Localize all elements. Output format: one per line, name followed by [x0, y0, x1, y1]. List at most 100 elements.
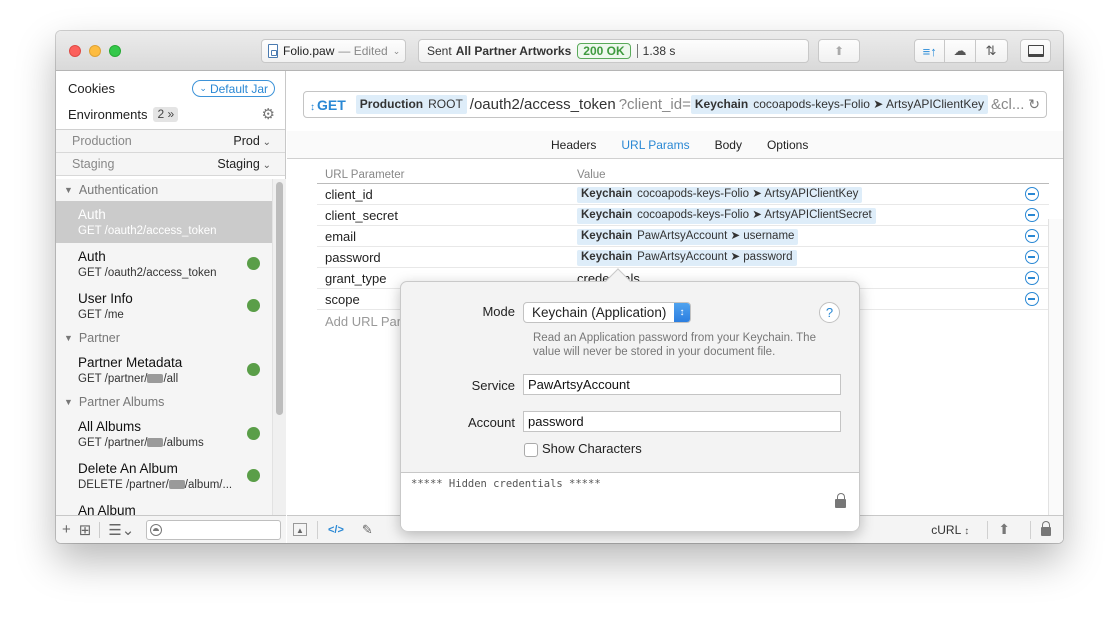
share-button[interactable]: ⬆︎: [818, 39, 860, 63]
scrollbar-thumb[interactable]: [276, 182, 283, 415]
remove-param-icon[interactable]: [1025, 271, 1039, 285]
request-item[interactable]: User Info GET /me: [56, 285, 272, 327]
remove-param-icon[interactable]: [1025, 292, 1039, 306]
request-status: Sent All Partner Artworks 200 OK 1.38 s: [418, 39, 809, 63]
filter-input[interactable]: [146, 519, 282, 540]
tab-options[interactable]: Options: [767, 138, 808, 152]
token-value: PawArtsyAccount ➤ password: [637, 251, 793, 264]
request-path: GET /partner/ /albums: [78, 435, 272, 452]
divider: [317, 520, 318, 539]
env-value-dropdown[interactable]: Staging: [217, 157, 271, 171]
keychain-token[interactable]: Keychain cocoapods-keys-Folio ➤ ArtsyAPIC…: [577, 207, 876, 224]
token-value: cocoapods-keys-Folio ➤ ArtsyAPIClientKey: [637, 188, 859, 201]
environments-count[interactable]: 2 »: [153, 106, 179, 122]
status-code-badge: 200 OK: [577, 43, 631, 59]
swap-panels-icon[interactable]: ⇅: [976, 40, 1006, 62]
group-partner[interactable]: ▼ Partner: [56, 327, 272, 349]
env-name: Staging: [72, 157, 115, 171]
url-input[interactable]: ↕ GET Production ROOT /oauth2/access_token…: [303, 91, 1047, 118]
token-label: Keychain: [581, 230, 633, 243]
code-generator-select[interactable]: cURL ↕: [931, 523, 969, 537]
remove-param-icon[interactable]: [1025, 229, 1039, 243]
zoom-window-button[interactable]: [109, 45, 121, 57]
token-value: ROOT: [428, 97, 463, 111]
document-menu[interactable]: Folio.paw — Edited ⌄: [261, 39, 406, 63]
sort-menu-icon[interactable]: ☰⌄: [108, 521, 134, 539]
request-name: Delete An Album: [78, 461, 178, 476]
token-label: Keychain: [581, 251, 633, 264]
status-success-dot: [247, 299, 260, 312]
help-button[interactable]: ?: [819, 302, 840, 323]
reload-icon[interactable]: ↻: [1028, 96, 1040, 113]
env-variable-token[interactable]: Production ROOT: [355, 95, 467, 114]
column-header-name: URL Parameter: [325, 168, 405, 181]
remove-param-icon[interactable]: [1025, 208, 1039, 222]
status-success-dot: [247, 363, 260, 376]
gear-icon[interactable]: ⚙: [262, 105, 275, 123]
env-value-dropdown[interactable]: Prod: [233, 134, 271, 148]
divider: [987, 520, 989, 539]
keychain-token[interactable]: Keychain PawArtsyAccount ➤ username: [577, 228, 799, 245]
param-name[interactable]: password: [317, 250, 577, 265]
keychain-token[interactable]: Keychain cocoapods-keys-Folio ➤ ArtsyAPIC…: [577, 186, 863, 203]
request-url-suffix: /all: [163, 373, 179, 385]
request-name: Partner Metadata: [78, 355, 183, 370]
remove-param-icon[interactable]: [1025, 187, 1039, 201]
param-name[interactable]: email: [317, 229, 577, 244]
tab-body[interactable]: Body: [715, 138, 742, 152]
param-name[interactable]: client_secret: [317, 208, 577, 223]
group-partner-albums[interactable]: ▼ Partner Albums: [56, 391, 272, 413]
param-name[interactable]: client_id: [317, 187, 577, 202]
document-name: Folio.paw: [283, 44, 335, 58]
request-name: Auth: [78, 249, 106, 264]
request-item[interactable]: All Albums GET /partner/ /albums: [56, 413, 272, 455]
request-item[interactable]: Auth GET /oauth2/access_token: [56, 201, 272, 243]
collapse-panel-icon[interactable]: ▲: [293, 523, 307, 536]
minimize-window-button[interactable]: [89, 45, 101, 57]
cookies-label: Cookies: [68, 81, 115, 96]
pencil-icon[interactable]: ✎: [362, 522, 373, 538]
chevron-down-icon: ⌄: [392, 45, 401, 56]
layout-segmented-control: ≡↑ ☁︎ ⇅: [914, 39, 1008, 63]
plus-icon[interactable]: +: [62, 521, 71, 538]
request-url-prefix: /partner/: [125, 479, 169, 491]
request-item[interactable]: Auth GET /oauth2/access_token: [56, 243, 272, 285]
environments-row: Environments 2 » ⚙: [68, 105, 275, 123]
new-folder-icon[interactable]: ⊞: [79, 521, 92, 539]
table-row[interactable]: client_secret Keychain cocoapods-keys-Fol…: [317, 205, 1049, 226]
lock-icon[interactable]: [1041, 521, 1051, 536]
show-characters-label[interactable]: Show Characters: [542, 441, 642, 456]
keychain-token[interactable]: Keychain PawArtsyAccount ➤ password: [577, 249, 797, 266]
keychain-token[interactable]: Keychain cocoapods-keys-Folio ➤ ArtsyAPIC…: [690, 95, 989, 114]
request-item[interactable]: Partner Metadata GET /partner/ /all: [56, 349, 272, 391]
request-response-vertical-icon[interactable]: ≡↑: [915, 40, 946, 62]
status-prefix: Sent: [427, 44, 452, 58]
code-icon[interactable]: </>: [328, 524, 344, 536]
close-window-button[interactable]: [69, 45, 81, 57]
method-selector[interactable]: ↕ GET: [310, 97, 346, 113]
tab-url-params[interactable]: URL Params: [621, 138, 689, 152]
toggle-bottom-panel-button[interactable]: [1020, 39, 1051, 63]
table-row[interactable]: client_id Keychain cocoapods-keys-Folio ➤…: [317, 184, 1049, 205]
share-icon[interactable]: ⬆︎: [998, 521, 1010, 538]
cookie-jar-dropdown[interactable]: ⌄ Default Jar: [192, 80, 275, 97]
titlebar: Folio.paw — Edited ⌄ Sent All Partner Ar…: [56, 31, 1063, 71]
table-row[interactable]: email Keychain PawArtsyAccount ➤ username: [317, 226, 1049, 247]
sidebar-scrollbar[interactable]: [272, 179, 286, 519]
disclosure-triangle-icon: ▼: [64, 333, 73, 343]
tab-headers[interactable]: Headers: [551, 138, 596, 152]
group-authentication[interactable]: ▼ Authentication: [56, 179, 272, 201]
token-label: Keychain: [581, 188, 633, 201]
remove-param-icon[interactable]: [1025, 250, 1039, 264]
main-scrollbar[interactable]: [1048, 219, 1063, 543]
mode-select[interactable]: Keychain (Application) ↕: [523, 302, 691, 323]
account-field[interactable]: password: [523, 411, 841, 432]
request-item[interactable]: Delete An Album DELETE /partner/ /album/.…: [56, 455, 272, 497]
request-tabs: Headers URL Params Body Options: [287, 131, 1063, 159]
filter-icon: [150, 523, 163, 536]
request-method: GET: [78, 437, 102, 449]
service-field[interactable]: PawArtsyAccount: [523, 374, 841, 395]
show-characters-checkbox[interactable]: [524, 443, 538, 457]
table-row[interactable]: password Keychain PawArtsyAccount ➤ passw…: [317, 247, 1049, 268]
cloud-sync-icon[interactable]: ☁︎: [945, 40, 976, 62]
